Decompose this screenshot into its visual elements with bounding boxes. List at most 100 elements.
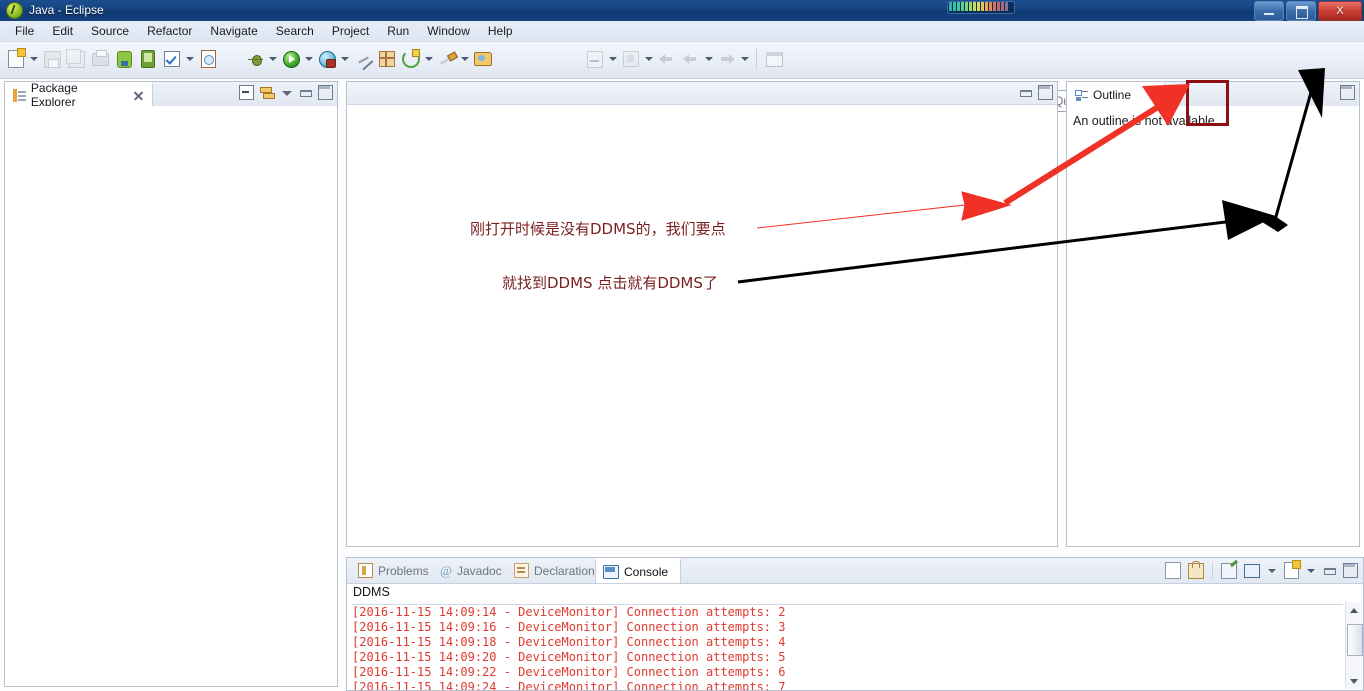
run-dropdown[interactable] <box>303 47 315 71</box>
external-window-button[interactable] <box>762 47 786 71</box>
tab-javadoc[interactable]: @ Javadoc <box>433 558 509 583</box>
scrollbar-thumb[interactable] <box>1347 624 1363 656</box>
scroll-up-icon[interactable] <box>1347 603 1361 617</box>
skip-breakpoints-icon <box>356 52 371 67</box>
pin-console-icon[interactable] <box>1221 562 1237 579</box>
tab-outline[interactable]: Outline <box>1067 82 1165 106</box>
back-button[interactable] <box>655 47 679 71</box>
menu-source[interactable]: Source <box>82 22 138 41</box>
open-console-dropdown[interactable] <box>1306 564 1316 578</box>
debug-dropdown[interactable] <box>267 47 279 71</box>
maximize-icon[interactable] <box>318 85 333 100</box>
refresh-icon <box>402 49 420 68</box>
android-avd-manager-button[interactable] <box>136 47 160 71</box>
minimize-button[interactable] <box>1254 1 1284 21</box>
search-button[interactable] <box>583 47 607 71</box>
console-line: [2016-11-15 14:09:24 - DeviceMonitor] Co… <box>352 680 786 690</box>
scroll-down-icon[interactable] <box>1347 674 1361 688</box>
toolbar-group-navigate <box>583 47 786 71</box>
close-icon[interactable] <box>133 90 144 101</box>
console-panel: Problems @ Javadoc Declaration Console D… <box>346 557 1364 691</box>
brush-button[interactable] <box>435 47 459 71</box>
view-menu-icon[interactable] <box>281 87 293 99</box>
menu-edit[interactable]: Edit <box>43 22 82 41</box>
android-avd-manager-icon <box>141 50 155 68</box>
menu-project[interactable]: Project <box>323 22 378 41</box>
menu-search[interactable]: Search <box>267 22 323 41</box>
new-java-file-button[interactable] <box>196 47 220 71</box>
close-button[interactable]: X <box>1318 1 1362 21</box>
run-button[interactable] <box>279 47 303 71</box>
build-check-button[interactable] <box>160 47 184 71</box>
display-console-dropdown[interactable] <box>1267 564 1277 578</box>
tab-declaration[interactable]: Declaration <box>507 558 602 583</box>
menu-bar: File Edit Source Refactor Navigate Searc… <box>0 21 1364 42</box>
search-dropdown[interactable] <box>607 47 619 71</box>
close-icon: X <box>1336 5 1344 17</box>
new-wizard-dropdown[interactable] <box>28 47 40 71</box>
new-java-file-icon <box>200 50 216 68</box>
console-scrollbar[interactable] <box>1345 602 1363 689</box>
minimize-icon[interactable] <box>1019 86 1032 99</box>
minimize-icon[interactable] <box>1323 564 1336 577</box>
maximize-icon[interactable] <box>1038 85 1053 100</box>
console-output[interactable]: [2016-11-15 14:09:14 - DeviceMonitor] Co… <box>352 604 1343 690</box>
minimize-icon[interactable] <box>299 86 312 99</box>
menu-run[interactable]: Run <box>378 22 418 41</box>
tab-package-explorer[interactable]: Package Explorer <box>5 81 153 109</box>
display-selected-console-icon[interactable] <box>1244 563 1260 578</box>
scroll-lock-icon[interactable] <box>1188 560 1204 579</box>
save-all-button[interactable] <box>64 47 88 71</box>
brush-icon <box>439 52 455 66</box>
menu-help[interactable]: Help <box>479 22 522 41</box>
clear-console-icon[interactable] <box>1165 562 1181 579</box>
console-line: [2016-11-15 14:09:16 - DeviceMonitor] Co… <box>352 620 786 634</box>
editor-area[interactable] <box>346 81 1058 547</box>
maximize-icon[interactable] <box>1343 563 1358 578</box>
open-perspective-highlight <box>1186 80 1229 126</box>
console-toolbar-separator <box>1212 562 1213 579</box>
forward-dropdown[interactable] <box>739 47 751 71</box>
save-button[interactable] <box>40 47 64 71</box>
menu-refactor[interactable]: Refactor <box>138 22 201 41</box>
editor-tabbar <box>347 82 1057 105</box>
last-edit-dropdown[interactable] <box>643 47 655 71</box>
back-arrow-icon <box>659 53 675 65</box>
skip-breakpoints-button[interactable] <box>351 47 375 71</box>
previous-dropdown[interactable] <box>703 47 715 71</box>
open-folder-button[interactable] <box>471 47 495 71</box>
run-external-tools-button[interactable] <box>315 47 339 71</box>
link-with-editor-icon[interactable] <box>260 86 275 100</box>
brush-dropdown[interactable] <box>459 47 471 71</box>
package-explorer-tree[interactable] <box>5 106 337 686</box>
print-icon <box>91 49 109 66</box>
menu-window[interactable]: Window <box>418 22 479 41</box>
print-button[interactable] <box>88 47 112 71</box>
new-package-button[interactable] <box>375 47 399 71</box>
tab-problems[interactable]: Problems <box>351 558 436 583</box>
android-sdk-manager-button[interactable] <box>112 47 136 71</box>
collapse-all-icon[interactable] <box>239 85 254 100</box>
refresh-button[interactable] <box>399 47 423 71</box>
declaration-icon <box>514 563 529 578</box>
new-package-icon <box>379 51 395 67</box>
restore-button[interactable] <box>1286 1 1316 21</box>
refresh-dropdown[interactable] <box>423 47 435 71</box>
package-explorer-panel: Package Explorer <box>4 81 338 687</box>
previous-button[interactable] <box>679 47 703 71</box>
open-console-icon[interactable] <box>1284 560 1301 579</box>
maximize-icon[interactable] <box>1340 85 1355 100</box>
debug-button[interactable] <box>243 47 267 71</box>
menu-file[interactable]: File <box>6 22 43 41</box>
menu-navigate[interactable]: Navigate <box>201 22 266 41</box>
tab-console[interactable]: Console <box>595 558 682 583</box>
tab-declaration-label: Declaration <box>534 563 595 578</box>
new-wizard-button[interactable] <box>4 47 28 71</box>
run-external-tools-dropdown[interactable] <box>339 47 351 71</box>
forward-button[interactable] <box>715 47 739 71</box>
debug-icon <box>247 52 263 67</box>
build-check-dropdown[interactable] <box>184 47 196 71</box>
last-edit-button[interactable] <box>619 47 643 71</box>
previous-arrow-icon <box>683 53 699 65</box>
new-wizard-icon <box>8 48 26 68</box>
